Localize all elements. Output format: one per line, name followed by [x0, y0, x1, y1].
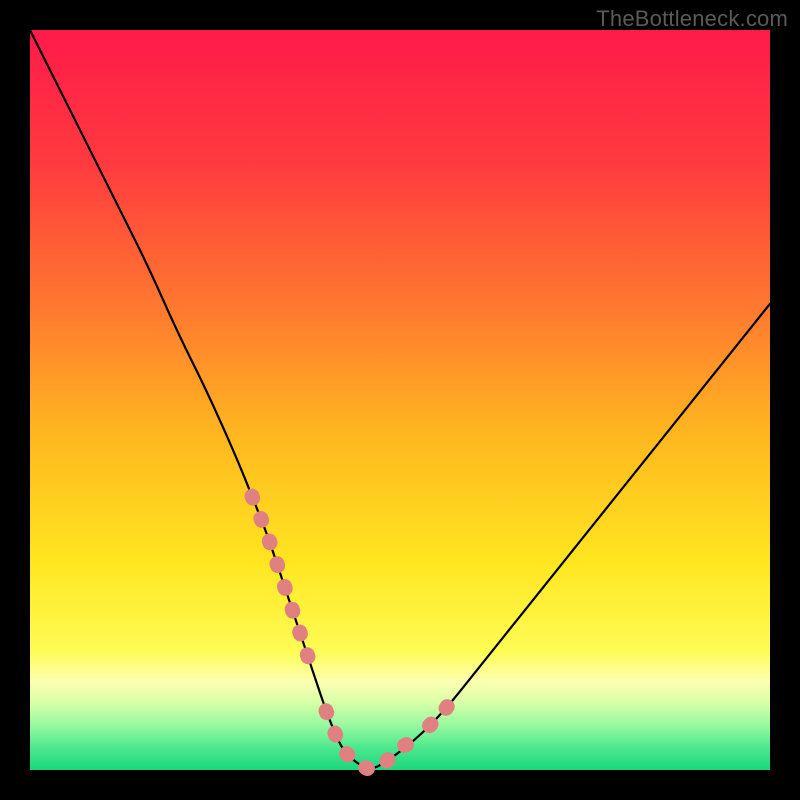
plot-background — [30, 30, 770, 770]
bottleneck-chart — [0, 0, 800, 800]
chart-frame: TheBottleneck.com — [0, 0, 800, 800]
